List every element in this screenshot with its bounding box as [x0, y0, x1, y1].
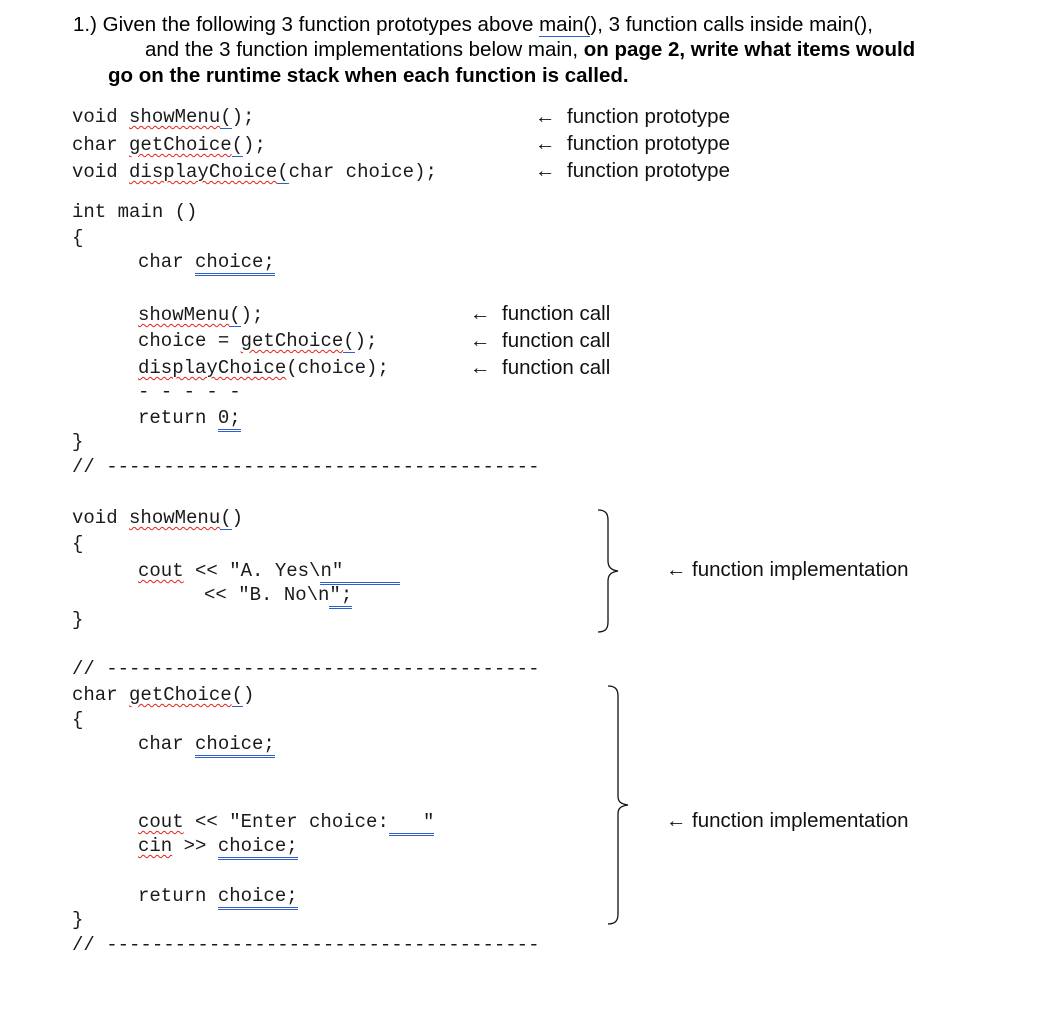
getChoice-cin-line: cin >> choice; [138, 834, 298, 860]
question-number: 1.) [73, 13, 97, 36]
showMenu-open-brace: { [72, 533, 84, 555]
getChoice-close-brace: } [72, 909, 84, 931]
separator-1: // -------------------------------------… [72, 456, 540, 478]
left-arrow-icon: ← [470, 302, 491, 325]
showMenu-close-brace: } [72, 609, 84, 631]
showMenu-cout-line-1: cout << "A. Yes\n" [138, 559, 401, 585]
prototype-getChoice: char getChoice(); [72, 134, 266, 157]
main-close-brace: } [72, 431, 84, 453]
question-line-2: and the 3 function implementations below… [145, 38, 916, 61]
annotation-call-2: ← function call [470, 329, 611, 352]
curly-brace-getChoice [607, 685, 629, 925]
left-arrow-icon: ← [666, 558, 687, 581]
curly-brace-showMenu [597, 509, 619, 633]
left-arrow-icon: ← [470, 356, 491, 379]
main-open-brace: { [72, 227, 84, 249]
question-line-3: go on the runtime stack when each functi… [108, 64, 629, 87]
main-link: main( [539, 13, 591, 37]
getChoice-open-brace: { [72, 709, 84, 731]
question-line-1: 1.) Given the following 3 function proto… [73, 13, 873, 37]
showMenu-cout-line-2: << "B. No\n"; [204, 583, 353, 609]
annotation-prototype-2: ← function prototype [535, 132, 730, 155]
call-displayChoice: displayChoice(choice); [138, 357, 389, 379]
prototype-displayChoice: void displayChoice(char choice); [72, 161, 437, 184]
main-signature: int main () [72, 201, 198, 223]
left-arrow-icon: ← [666, 809, 687, 832]
ellipsis-dashes: - - - - - [138, 381, 241, 403]
left-arrow-icon: ← [535, 132, 556, 155]
annotation-implementation-2: ← function implementation [666, 809, 909, 832]
getChoice-cout-line: cout << "Enter choice: " [138, 810, 435, 836]
call-getChoice: choice = getChoice(); [138, 330, 378, 353]
left-arrow-icon: ← [535, 159, 556, 182]
getChoice-signature: char getChoice() [72, 684, 255, 707]
annotation-prototype-3: ← function prototype [535, 159, 730, 182]
main-return: return 0; [138, 406, 241, 432]
separator-2: // -------------------------------------… [72, 658, 540, 680]
annotation-call-3: ← function call [470, 356, 611, 379]
annotation-call-1: ← function call [470, 302, 611, 325]
annotation-prototype-1: ← function prototype [535, 105, 730, 128]
call-showMenu: showMenu(); [138, 304, 264, 327]
getChoice-declaration: char choice; [138, 732, 275, 758]
left-arrow-icon: ← [535, 105, 556, 128]
separator-3: // -------------------------------------… [72, 934, 540, 956]
getChoice-return: return choice; [138, 884, 298, 910]
main-declaration: char choice; [138, 250, 275, 276]
annotation-implementation-1: ← function implementation [666, 558, 909, 581]
showMenu-signature: void showMenu() [72, 507, 244, 530]
left-arrow-icon: ← [470, 329, 491, 352]
prototype-showMenu: void showMenu(); [72, 106, 255, 129]
